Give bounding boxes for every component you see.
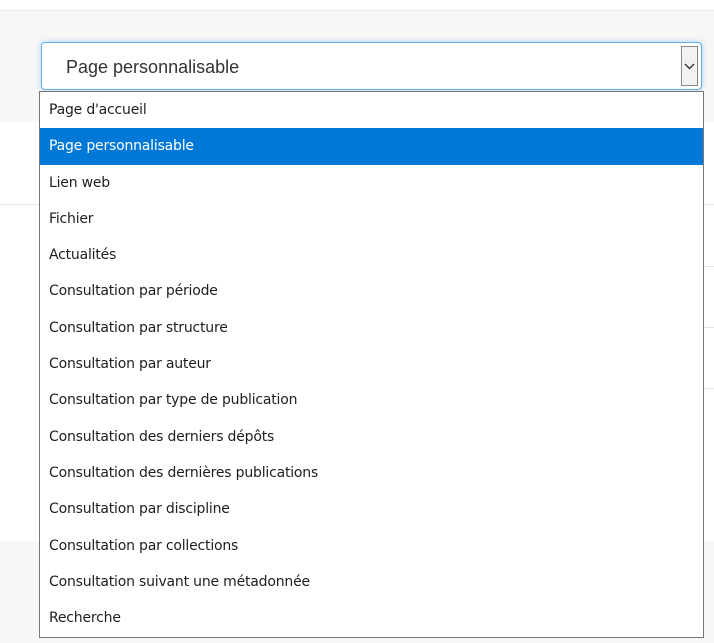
page: Page personnalisable Page d'accueil Page … — [0, 0, 714, 643]
background-divider — [704, 327, 714, 328]
dropdown-list: Page d'accueil Page personnalisable Lien w… — [39, 91, 704, 638]
dropdown-option[interactable]: Lien web — [40, 165, 703, 201]
dropdown-option[interactable]: Page personnalisable — [40, 128, 703, 165]
dropdown-option[interactable]: Page d'accueil — [40, 92, 703, 128]
dropdown-option[interactable]: Consultation des dernières publications — [40, 455, 703, 491]
select-current-value: Page personnalisable — [66, 57, 240, 77]
dropdown-option[interactable]: Consultation par période — [40, 273, 703, 309]
page-type-select[interactable]: Page personnalisable — [41, 42, 702, 90]
dropdown-option[interactable]: Consultation des derniers dépôts — [40, 419, 703, 455]
dropdown-option[interactable]: Consultation par auteur — [40, 346, 703, 382]
dropdown-option[interactable]: Recherche — [40, 600, 703, 636]
background-divider — [704, 266, 714, 267]
chevron-down-icon[interactable] — [681, 46, 698, 86]
dropdown-option[interactable]: Actualités — [40, 237, 703, 273]
chevron-down-glyph — [684, 63, 695, 69]
dropdown-option[interactable]: Consultation par structure — [40, 310, 703, 346]
dropdown-option[interactable]: Consultation par discipline — [40, 491, 703, 527]
dropdown-option[interactable]: Consultation par type de publication — [40, 382, 703, 418]
dropdown-option[interactable]: Consultation par collections — [40, 528, 703, 564]
dropdown-option[interactable]: Consultation suivant une métadonnée — [40, 564, 703, 600]
background-divider — [704, 388, 714, 389]
dropdown-option[interactable]: Fichier — [40, 201, 703, 237]
